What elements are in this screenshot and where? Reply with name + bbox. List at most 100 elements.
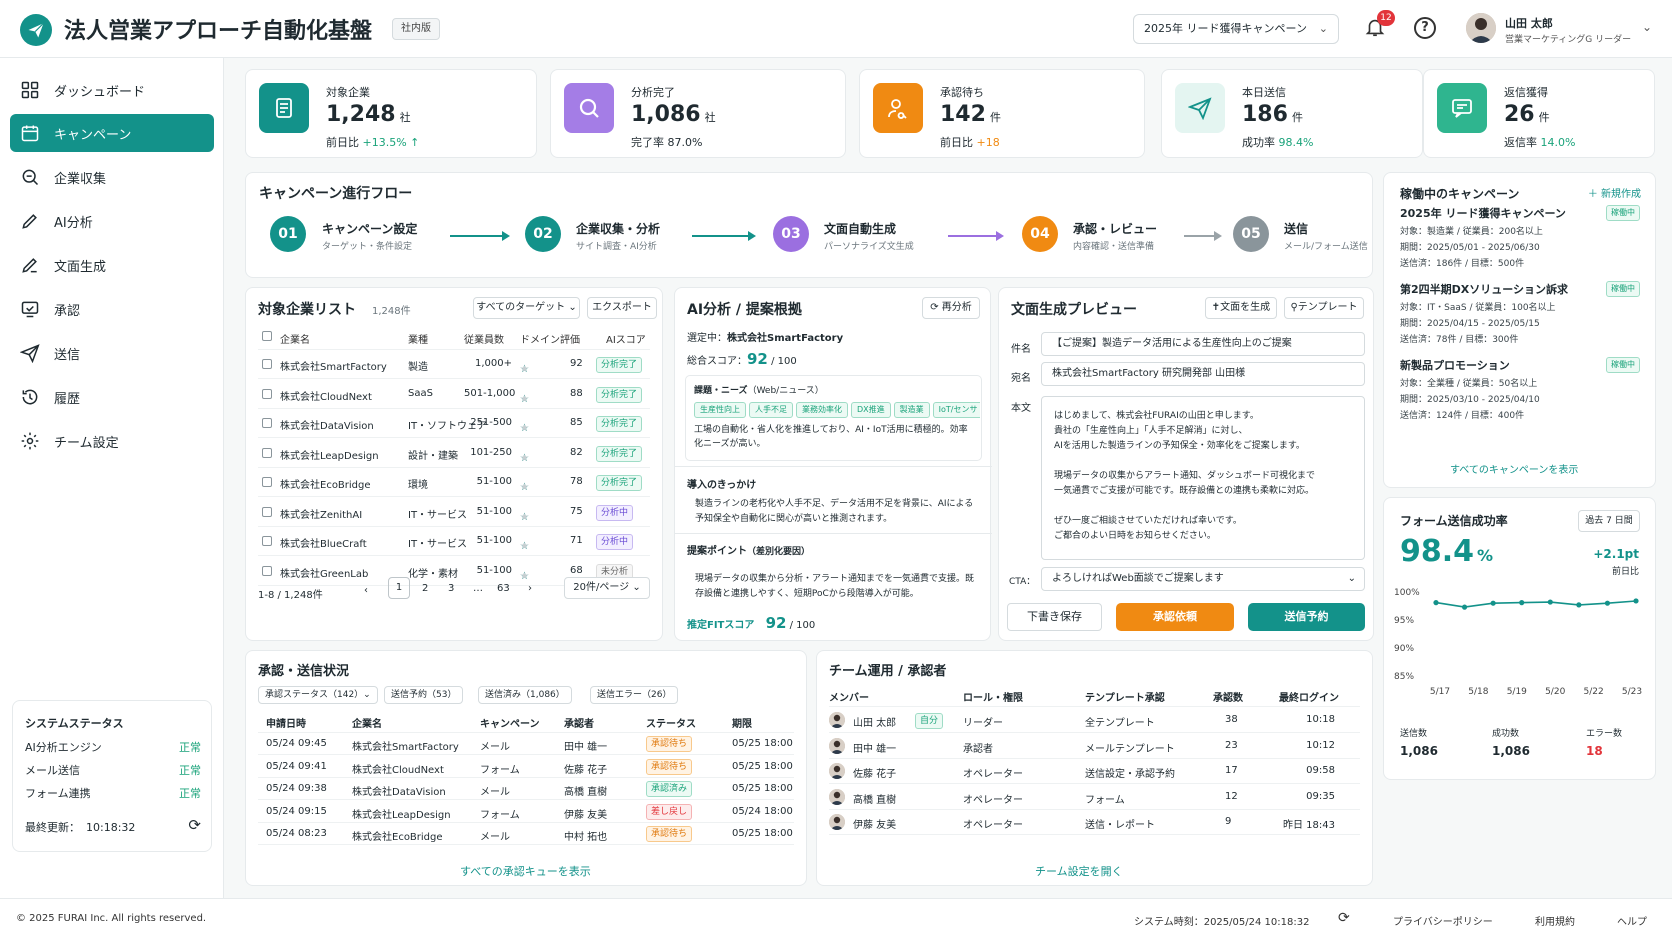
open-team-settings-link[interactable]: チーム設定を開く [1035,863,1123,879]
sidebar-item-approval[interactable]: 承認 [10,290,214,328]
export-button[interactable]: エクスポート [587,297,657,319]
user-menu-chevron-icon[interactable]: ⌄ [1642,20,1652,34]
sidebar-item-send[interactable]: 送信 [10,334,214,372]
status-value: 正常 [179,787,201,800]
row-checkbox[interactable] [262,477,272,487]
refresh-icon[interactable]: ⟳ [188,816,201,834]
campaign-target: 対象：IT・SaaS / 従業員：100名以上 [1400,303,1556,313]
subject-field[interactable]: 【ご提案】製造データ活用による生産性向上のご提案 [1041,332,1365,356]
ai-analysis-title: AI分析 / 提案根拠 [687,302,802,318]
view-all-campaigns-link[interactable]: すべてのキャンペーンを表示 [1450,461,1578,476]
cell-channel: フォーム [480,809,520,821]
need-chip: DX推進 [851,402,891,418]
help-icon[interactable]: ? [1414,17,1436,39]
flow-title: キャンペーン進行フロー [259,186,413,202]
template-button[interactable]: ⚲テンプレート [1284,297,1364,319]
row-checkbox[interactable] [262,447,272,458]
pager-page-3[interactable]: 3 [448,583,454,594]
row-checkbox[interactable] [262,388,272,399]
flow-arrow [692,231,756,241]
table-row[interactable]: 株式会社DataVision IT・ソフトウェア 251-500 ★ ★ ★ ★ 85 分析完了 [258,409,650,438]
table-row[interactable]: 伊藤 友美 オペレーター 送信・レポート 9 昨日 18:43 [829,810,1360,835]
table-row[interactable]: 株式会社EcoBridge 環境 51-100 ★ ★ ★ ★ 78 分析完了 [258,468,650,497]
table-row[interactable]: 05/24 09:41 株式会社CloudNext フォーム 佐藤 花子 承認待ち 05/… [258,756,794,778]
table-row[interactable]: 高橋 直樹 オペレーター フォーム 12 09:35 [829,785,1360,810]
body-textarea[interactable]: はじめまして、株式会社FURAIの山田と申します。 貴社の「生産性向上」「人手不足… [1041,396,1365,560]
pager-page-2[interactable]: 2 [422,583,428,594]
selected-value: 株式会社SmartFactory [727,333,844,344]
approval-count: 23 [1225,739,1238,751]
flow-step-circle[interactable]: 05 [1233,216,1269,252]
campaign-item[interactable]: 第2四半期DXソリューション訴求 稼働中 対象：IT・SaaS / 従業員：100名… [1400,281,1640,345]
table-row[interactable]: 05/24 09:45 株式会社SmartFactory メール 田中 雄一 承認待ち 0… [258,733,794,755]
sidebar-item-team-settings[interactable]: チーム設定 [10,422,214,460]
row-checkbox[interactable] [262,565,272,576]
filter-approval-status[interactable]: 承認ステータス（142）⌄ [258,686,378,704]
sidebar-item-campaign[interactable]: キャンペーン [10,114,214,152]
generate-text-button[interactable]: ✝文面を生成 [1205,297,1277,319]
row-checkbox[interactable] [262,359,272,369]
table-row[interactable]: 佐藤 花子 オペレーター 送信設定・承認予約 17 09:58 [829,759,1360,784]
search-icon [22,169,39,186]
pager-prev-icon[interactable]: ‹ [364,585,368,596]
range-selector[interactable]: 過去 7 日間 [1578,510,1640,532]
select-all-checkbox[interactable] [262,331,272,341]
table-row[interactable]: 山田 太郎 自分 リーダー 全テンプレート 38 10:18 [829,708,1360,733]
campaign-item[interactable]: 新製品プロモーション 稼働中 対象：全業種 / 従業員：50名以上 期間：2025/0… [1400,357,1640,421]
table-row[interactable]: 株式会社BlueCraft IT・サービス 51-100 ★ ★ ★ ★ 71 分析中 [258,527,650,556]
campaign-item[interactable]: 2025年 リード獲得キャンペーン 稼働中 対象：製造業 / 従業員：200名以上期… [1400,205,1640,269]
campaign-progress: 送信済：186件 / 目標：500件 [1400,259,1525,269]
sidebar-item-ai-analysis[interactable]: AI分析 [10,202,214,240]
filter-send-error[interactable]: 送信エラー（26） [590,686,679,704]
target-filter-dropdown[interactable]: すべてのターゲット ⌄ [473,297,580,319]
pager-page-1[interactable]: 1 [388,577,410,599]
last-updated-label: 最終更新： [25,821,80,834]
pager-page-63[interactable]: 63 [497,583,510,594]
cell-company: 株式会社DataVision [352,787,446,798]
user-avatar[interactable] [1466,13,1496,43]
cta-select[interactable]: よろしければWeb面談でご提案します ⌄ [1041,567,1365,591]
flow-step-circle[interactable]: 01 [270,216,306,252]
table-row[interactable]: 田中 雄一 承認者 メールテンプレート 23 10:12 [829,734,1360,759]
terms-link[interactable]: 利用規約 [1535,913,1575,928]
ai-score: 85 [570,417,583,428]
save-draft-button[interactable]: 下書き保存 [1007,603,1102,631]
campaign-select[interactable]: 2025年 リード獲得キャンペーン ⌄ [1133,14,1339,44]
table-row[interactable]: 株式会社CloudNext SaaS 501-1,000 ★ ★ ★ ★ 88 分析完了 [258,380,650,409]
flow-step-circle[interactable]: 03 [773,216,809,252]
table-row[interactable]: 05/24 09:15 株式会社LeapDesign フォーム 伊藤 友美 差し戻し 05… [258,801,794,823]
table-row[interactable]: 株式会社LeapDesign 設計・建築 101-250 ★ ★ ★ ★ 82 分析完了 [258,439,650,468]
ai-score: 78 [570,476,583,487]
row-checkbox[interactable] [262,536,272,546]
sidebar-item-dashboard[interactable]: ダッシュボード [10,71,214,109]
refresh-icon[interactable]: ⟳ [1338,910,1350,926]
request-approval-button[interactable]: 承認依頼 [1116,603,1234,631]
row-checkbox[interactable] [262,418,272,428]
table-row[interactable]: 株式会社SmartFactory 製造 1,000+ ★ ★ ★ ★ 92 分析完了 [258,350,650,379]
sidebar-item-history[interactable]: 履歴 [10,378,214,416]
reanalyze-button[interactable]: ⟳ 再分析 [922,297,980,319]
new-campaign-button[interactable]: ＋ 新規作成 [1588,185,1641,200]
privacy-link[interactable]: プライバシーポリシー [1393,913,1493,928]
table-row[interactable]: 株式会社ZenithAI IT・サービス 51-100 ★ ★ ★ ★ 75 分析中 [258,498,650,527]
sidebar-item-company-collect[interactable]: 企業収集 [10,158,214,196]
filter-sent[interactable]: 送信済み（1,086） [478,686,572,704]
schedule-send-button[interactable]: 送信予約 [1248,603,1365,631]
row-checkbox[interactable] [262,506,272,517]
pager-next-icon[interactable]: › [528,583,532,594]
help-link[interactable]: ヘルプ [1617,913,1647,928]
status-value: 正常 [179,741,201,754]
divider [675,466,992,467]
flow-step-circle[interactable]: 02 [525,216,561,252]
filter-scheduled[interactable]: 送信予約（53） [384,686,464,704]
table-row[interactable]: 05/24 08:23 株式会社EcoBridge メール 中村 拓也 承認待ち 05/2… [258,823,794,845]
per-page-dropdown[interactable]: 20件/ページ ⌄ [564,577,650,599]
sidebar-item-text-generation[interactable]: 文面生成 [10,246,214,284]
table-row[interactable]: 05/24 09:38 株式会社DataVision メール 高橋 直樹 承認済み 05/… [258,778,794,800]
need-chip: IoT/センサ [932,402,980,418]
to-field[interactable]: 株式会社SmartFactory 研究開発部 山田様 [1041,362,1365,386]
view-all-approvals-link[interactable]: すべての承認キューを表示 [460,863,591,879]
flow-step-circle[interactable]: 04 [1022,216,1058,252]
column-header: 承認者 [564,719,594,730]
kpi-number: 142 [940,102,986,127]
